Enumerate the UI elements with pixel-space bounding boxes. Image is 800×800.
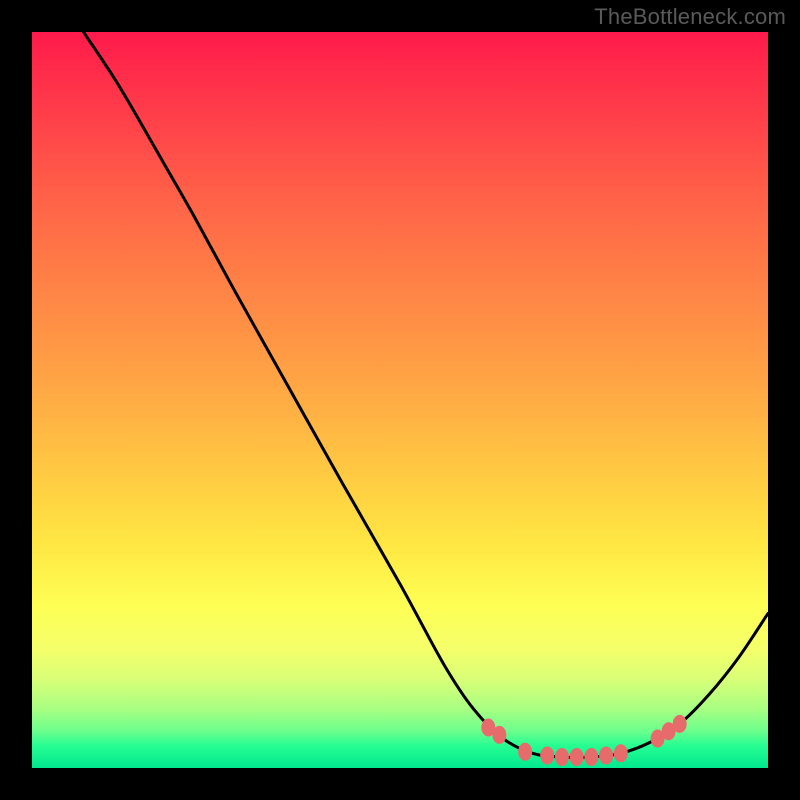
curve-marker: [614, 744, 628, 762]
curve-marker: [492, 726, 506, 744]
curve-marker: [555, 748, 569, 766]
curve-marker: [540, 746, 554, 764]
chart-frame: TheBottleneck.com: [0, 0, 800, 800]
watermark-text: TheBottleneck.com: [594, 4, 786, 30]
chart-svg: [32, 32, 768, 768]
curve-marker: [584, 748, 598, 766]
curve-marker: [570, 748, 584, 766]
bottleneck-curve-line: [84, 32, 768, 757]
curve-marker: [599, 746, 613, 764]
plot-area: [32, 32, 768, 768]
curve-marker: [673, 715, 687, 733]
curve-marker: [518, 743, 532, 761]
